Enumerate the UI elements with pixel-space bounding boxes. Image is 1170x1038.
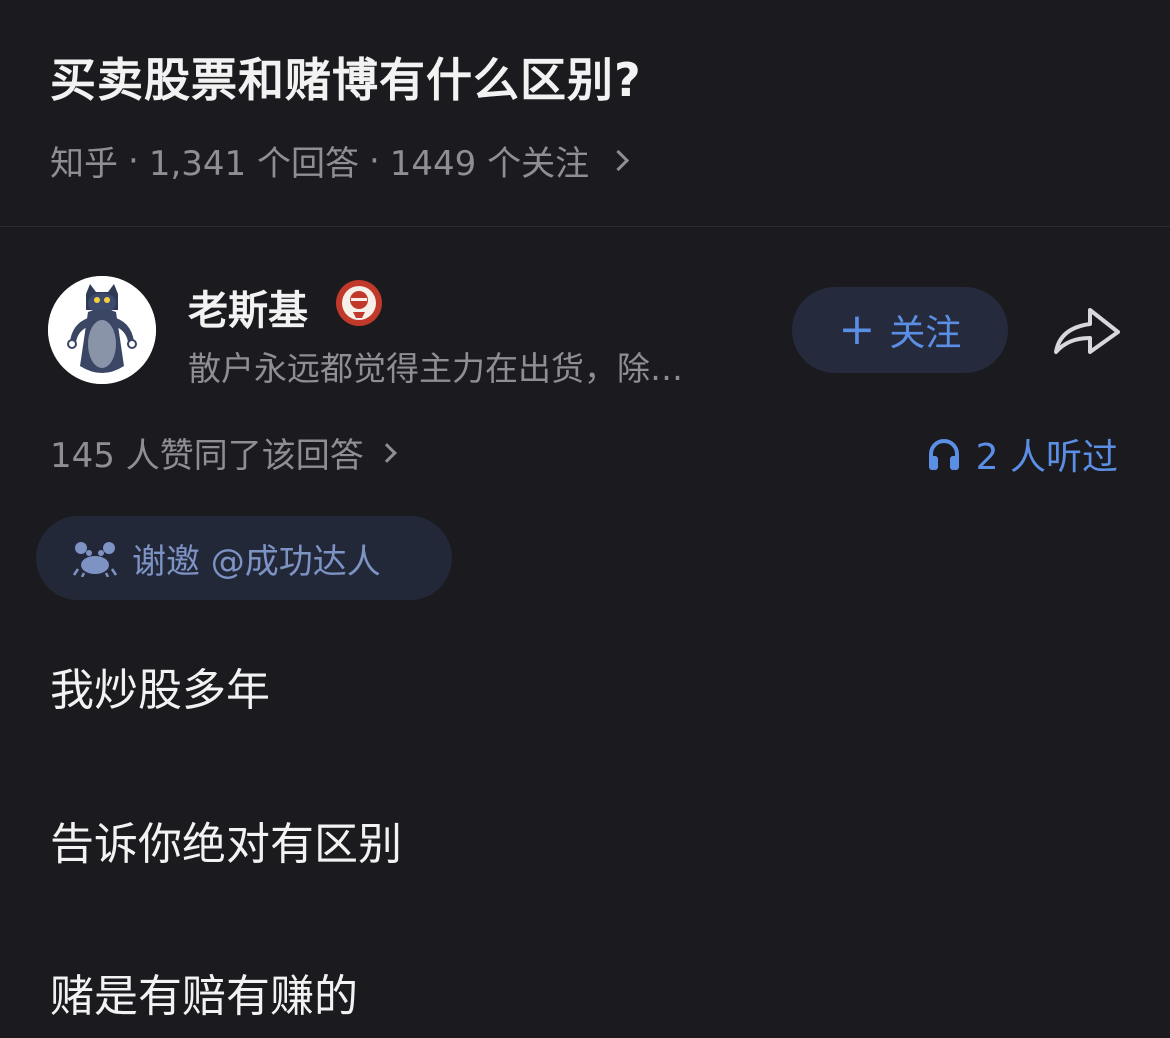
- author-name[interactable]: 老斯基: [188, 278, 308, 336]
- listen-count: 2 人听过: [975, 437, 1118, 478]
- official-badge-icon: [336, 280, 382, 326]
- answer-paragraph: 我炒股多年: [50, 665, 270, 716]
- answer-paragraph: 告诉你绝对有区别: [50, 819, 402, 870]
- listen-button[interactable]: 2 人听过: [926, 428, 1118, 480]
- invite-label: 谢邀 @成功达人: [132, 541, 381, 582]
- upvote-summary[interactable]: 145 人赞同了该回答: [50, 428, 397, 477]
- upvote-text: 145 人赞同了该回答: [50, 436, 364, 476]
- source-label: 知乎: [50, 144, 118, 184]
- share-arrow-icon[interactable]: [1050, 300, 1124, 360]
- question-title[interactable]: 买卖股票和赌博有什么区别?: [50, 44, 642, 110]
- crab-icon: [72, 542, 118, 577]
- follow-button[interactable]: + 关注: [792, 287, 1008, 373]
- invite-tag[interactable]: 谢邀 @成功达人: [36, 516, 452, 600]
- meta-separator: ·: [368, 140, 380, 181]
- cartoon-cat-avatar-icon: [48, 276, 156, 384]
- answer-count: 1,341 个回答: [148, 144, 359, 184]
- headphones-icon: [928, 439, 959, 470]
- plus-icon: +: [838, 304, 876, 355]
- question-meta[interactable]: 知乎 · 1,341 个回答 · 1449 个关注: [50, 136, 630, 185]
- chevron-right-icon: [376, 442, 397, 463]
- chevron-right-icon: [608, 149, 630, 172]
- author-avatar[interactable]: [48, 276, 156, 384]
- follower-count: 1449 个关注: [389, 144, 590, 184]
- author-bio: 散户永远都觉得主力在出货，除…: [188, 349, 683, 388]
- meta-separator: ·: [128, 140, 139, 181]
- answer-paragraph: 赌是有赔有赚的: [50, 971, 358, 1022]
- follow-label: 关注: [889, 313, 962, 354]
- divider: [0, 226, 1170, 227]
